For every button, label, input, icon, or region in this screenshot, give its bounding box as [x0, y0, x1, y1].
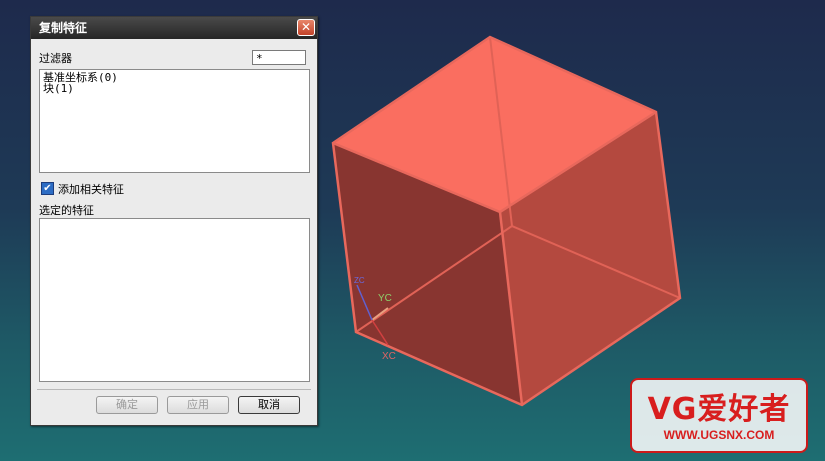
feature-list-item[interactable]: 块(1) — [40, 83, 309, 94]
dialog-titlebar[interactable]: 复制特征 ✕ — [31, 17, 317, 39]
cancel-button[interactable]: 取消 — [238, 396, 300, 414]
dialog-title: 复制特征 — [39, 21, 88, 35]
filter-label: 过滤器 — [39, 52, 72, 65]
close-button[interactable]: ✕ — [297, 19, 315, 36]
divider — [37, 389, 311, 390]
selected-features-list[interactable] — [39, 218, 310, 382]
watermark-title: VG爱好者 — [647, 392, 791, 427]
apply-button[interactable]: 应用 — [167, 396, 229, 414]
copy-feature-dialog: 复制特征 ✕ 过滤器 * 基准坐标系(0) 块(1) ✔ 添加相关特征 选定的特征… — [30, 16, 318, 426]
yc-label: YC — [378, 293, 392, 304]
check-icon: ✔ — [43, 183, 52, 194]
watermark-logo: VG爱好者 WWW.UGSNX.COM — [630, 378, 808, 453]
close-icon: ✕ — [300, 20, 312, 34]
add-related-checkbox[interactable]: ✔ — [41, 182, 54, 195]
feature-list-item[interactable]: 基准坐标系(0) — [40, 72, 309, 83]
ok-button[interactable]: 确定 — [96, 396, 158, 414]
feature-list[interactable]: 基准坐标系(0) 块(1) — [39, 69, 310, 173]
xc-label: XC — [382, 351, 396, 362]
selected-features-label: 选定的特征 — [39, 204, 94, 217]
add-related-label: 添加相关特征 — [58, 183, 124, 196]
watermark-url: WWW.UGSNX.COM — [663, 428, 775, 442]
filter-input[interactable]: * — [252, 50, 306, 65]
zc-label: ZC — [354, 276, 365, 285]
